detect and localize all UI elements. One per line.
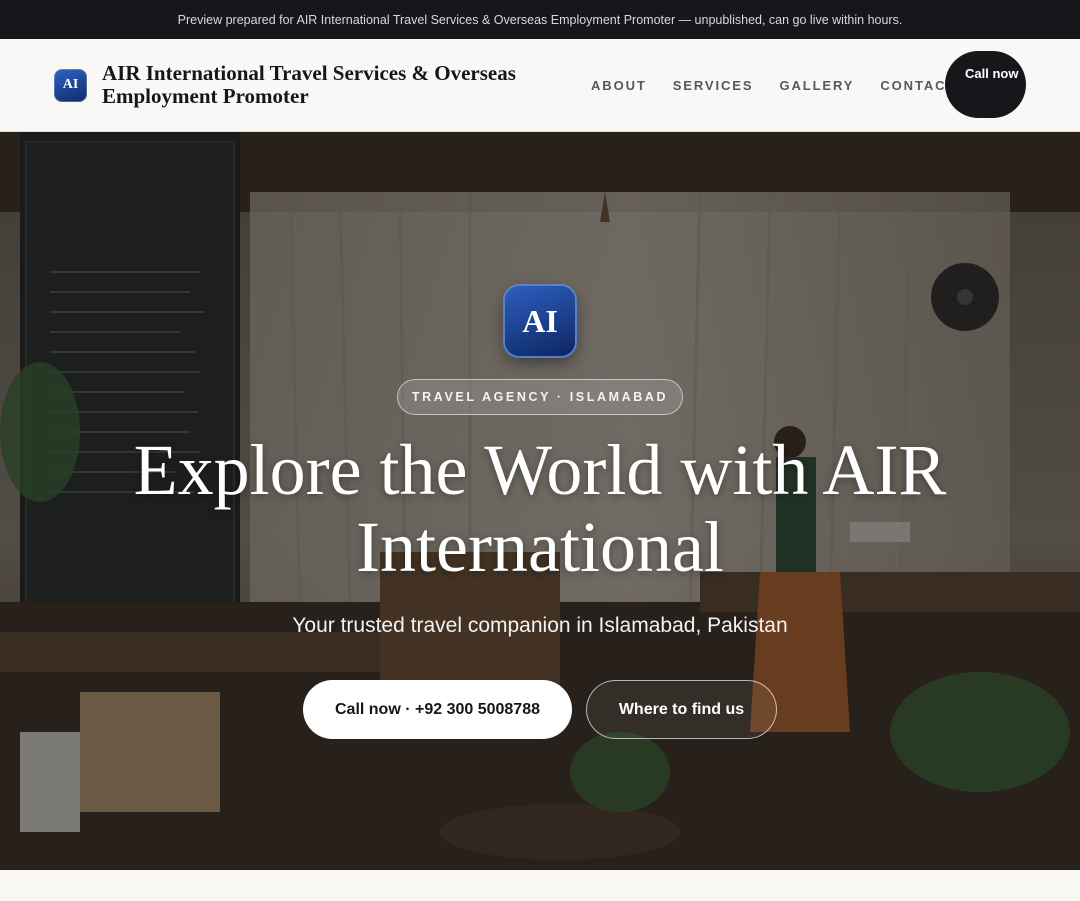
preview-banner: Preview prepared for AIR International T… — [0, 0, 1080, 39]
hero-subtitle: Your trusted travel companion in Islamab… — [292, 614, 788, 637]
nav-gallery[interactable]: GALLERY — [779, 78, 854, 93]
header-call-button[interactable]: Call now — [945, 51, 1026, 118]
main-nav: ABOUT SERVICES GALLERY CONTACT — [591, 39, 956, 131]
preview-banner-text: Preview prepared for AIR International T… — [177, 12, 903, 27]
nav-services[interactable]: SERVICES — [673, 78, 754, 93]
where-to-find-us-button[interactable]: Where to find us — [586, 680, 777, 739]
brand-logo: AI — [54, 68, 87, 102]
hero-title: Explore the World with AIR International — [133, 430, 947, 587]
brand[interactable]: AI AIR International Travel Services & O… — [54, 62, 562, 108]
nav-about[interactable]: ABOUT — [591, 78, 647, 93]
hero-logo: AI — [505, 286, 575, 356]
site-header: AI AIR International Travel Services & O… — [0, 39, 1080, 132]
call-now-button[interactable]: Call now · +92 300 5008788 — [303, 680, 572, 739]
hero-section: AI TRAVEL AGENCY · ISLAMABAD Explore the… — [0, 132, 1080, 870]
hero-content: AI TRAVEL AGENCY · ISLAMABAD Explore the… — [0, 132, 1080, 870]
brand-name: AIR International Travel Services & Over… — [102, 61, 516, 108]
next-section-edge — [0, 870, 1080, 901]
hero-tag: TRAVEL AGENCY · ISLAMABAD — [397, 379, 683, 415]
